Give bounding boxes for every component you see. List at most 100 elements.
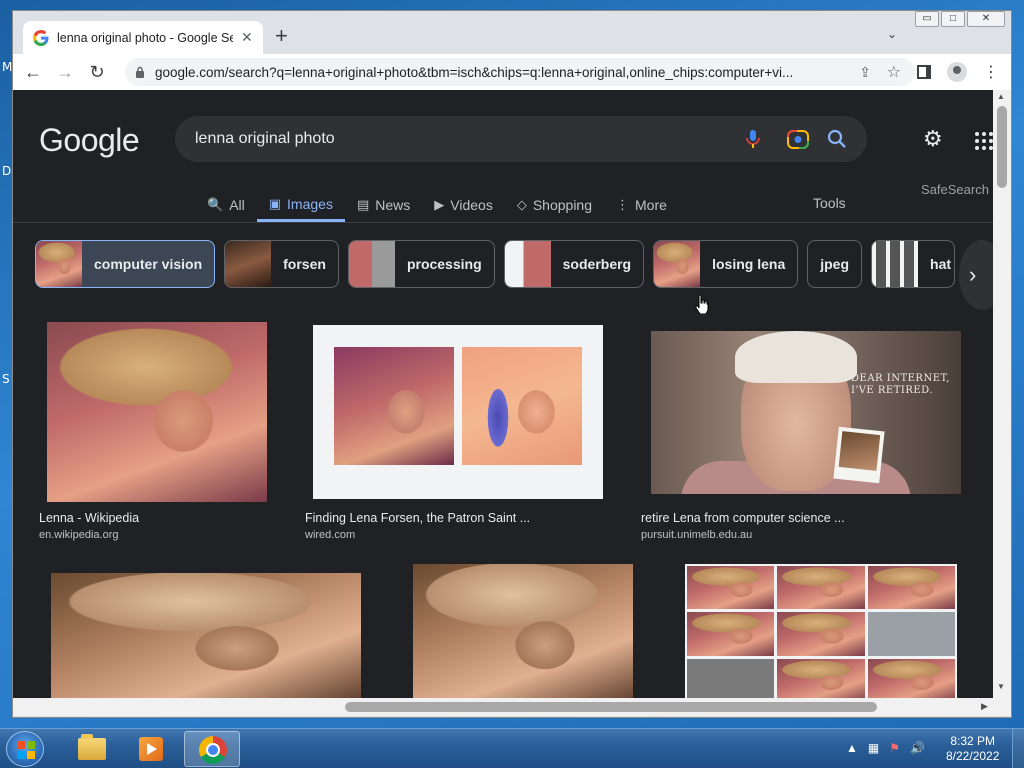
horizontal-scrollbar[interactable]: ▶ (13, 698, 1011, 716)
settings-gear-icon[interactable]: ⚙ (923, 128, 945, 150)
profile-avatar-icon[interactable] (947, 62, 967, 82)
media-player-icon (139, 737, 163, 761)
lock-icon[interactable] (135, 66, 145, 78)
microphone-icon[interactable] (745, 129, 761, 149)
tab-news[interactable]: ▤ News (345, 188, 422, 222)
result-image[interactable]: DEAR INTERNET, I'VE RETIRED. (651, 331, 961, 494)
search-icon[interactable] (827, 129, 847, 149)
new-tab-button[interactable]: + (275, 25, 288, 47)
share-icon[interactable]: ⇪ (859, 64, 871, 81)
taskbar-file-explorer[interactable] (62, 731, 118, 767)
vertical-scroll-thumb[interactable] (997, 106, 1007, 188)
network-icon[interactable]: ▦ (868, 741, 879, 755)
result-source[interactable]: en.wikipedia.org (39, 529, 119, 541)
chip-label: processing (406, 256, 482, 272)
tools-button[interactable]: Tools (813, 195, 846, 211)
action-center-flag-icon[interactable]: ⚑ (889, 741, 900, 755)
photo-caption-text: DEAR INTERNET, I'VE RETIRED. (851, 373, 950, 396)
close-tab-icon[interactable]: ✕ (241, 29, 253, 46)
maximize-button[interactable]: □ (941, 11, 965, 27)
forward-button[interactable]: → (53, 62, 77, 83)
clock-date: 8/22/2022 (946, 749, 1000, 763)
result-source[interactable]: wired.com (305, 529, 355, 541)
system-tray: ▲ ▦ ⚑ 🔊 (846, 741, 925, 755)
volume-icon[interactable]: 🔊 (910, 741, 925, 755)
bookmark-star-icon[interactable]: ☆ (887, 62, 901, 82)
tab-title: lenna original photo - Google Se... (57, 30, 233, 45)
horizontal-scroll-thumb[interactable] (345, 702, 877, 712)
result-title[interactable]: retire Lena from computer science ... (641, 511, 845, 525)
scroll-up-arrow-icon[interactable]: ▲ (997, 92, 1005, 101)
minimize-button[interactable]: ▭ (915, 11, 939, 27)
tab-label: More (635, 197, 667, 213)
result-image[interactable] (685, 564, 957, 700)
address-bar[interactable]: google.com/search?q=lenna+original+photo… (125, 58, 915, 86)
tab-search-chevron-icon[interactable]: ⌄ (887, 27, 897, 41)
chip-thumbnail (504, 241, 551, 287)
vertical-scrollbar[interactable]: ▲ ▼ (993, 90, 1011, 698)
reload-button[interactable]: ↻ (85, 62, 109, 83)
scroll-down-arrow-icon[interactable]: ▼ (997, 682, 1005, 691)
lens-camera-icon[interactable] (787, 129, 809, 149)
tab-all[interactable]: 🔍 All (195, 188, 257, 222)
shopping-tag-icon: ◇ (516, 197, 527, 212)
chip-label: soderberg (562, 256, 632, 272)
result-title[interactable]: Lenna - Wikipedia (39, 511, 139, 525)
tab-shopping[interactable]: ◇ Shopping (505, 188, 604, 222)
taskbar-media-player[interactable] (122, 731, 178, 767)
desktop-icon-label[interactable]: M (2, 60, 12, 74)
result-image[interactable] (51, 573, 361, 700)
chip-label: losing lena (712, 256, 786, 272)
taskbar-chrome[interactable] (184, 731, 240, 767)
back-button[interactable]: ← (21, 62, 45, 83)
tab-strip: lenna original photo - Google Se... ✕ + … (13, 11, 1011, 54)
search-icon: 🔍 (207, 197, 224, 212)
google-logo[interactable]: Google (39, 122, 140, 159)
videos-icon: ▶ (434, 197, 445, 212)
tab-label: Shopping (532, 197, 593, 213)
chip-forsen[interactable]: forsen (224, 240, 339, 288)
side-panel-icon[interactable] (917, 65, 931, 79)
taskbar-clock[interactable]: 8:32 PM 8/22/2022 (946, 734, 999, 764)
show-desktop-button[interactable] (1012, 729, 1024, 768)
show-hidden-icons-arrow-icon[interactable]: ▲ (846, 741, 858, 755)
desktop-icon-label[interactable]: S (2, 372, 10, 386)
chip-thumbnail (225, 241, 272, 287)
chip-losing-lena[interactable]: losing lena (653, 240, 799, 288)
chip-soderberg[interactable]: soderberg (503, 240, 645, 288)
result-source[interactable]: pursuit.unimelb.edu.au (641, 529, 752, 541)
window-controls: ▭ □ ✕ (915, 11, 1005, 27)
chip-computer-vision[interactable]: computer vision (35, 240, 216, 288)
scroll-right-arrow-icon[interactable]: ▶ (981, 701, 988, 712)
result-image[interactable] (313, 325, 603, 499)
desktop-icon-label[interactable]: D (2, 164, 11, 178)
start-button[interactable] (6, 731, 44, 767)
result-title[interactable]: Finding Lena Forsen, the Patron Saint ..… (305, 511, 530, 525)
refinement-chips: computer vision forsen processing soderb… (35, 240, 956, 288)
tab-videos[interactable]: ▶ Videos (422, 188, 505, 222)
tab-more[interactable]: ⋮ More (604, 188, 679, 222)
browser-menu-icon[interactable]: ⋮ (983, 62, 999, 82)
result-image[interactable] (47, 322, 267, 502)
chips-next-arrow-icon[interactable]: › (959, 240, 993, 310)
search-box[interactable]: lenna original photo (175, 116, 867, 162)
windows-logo-icon (17, 741, 35, 759)
tab-label: Videos (450, 197, 493, 213)
browser-tab-active[interactable]: lenna original photo - Google Se... ✕ (23, 21, 263, 54)
google-images-page: Google lenna original photo ⚙ 🔍 All ▣ Im… (13, 90, 993, 700)
tab-label: News (375, 197, 411, 213)
safesearch-button[interactable]: SafeSearch (921, 182, 989, 197)
tab-images[interactable]: ▣ Images (256, 188, 345, 222)
chip-jpeg[interactable]: jpeg (807, 240, 863, 288)
close-window-button[interactable]: ✕ (967, 11, 1005, 27)
google-apps-grid-icon[interactable] (975, 132, 993, 150)
chip-label: computer vision (94, 256, 203, 272)
url-text[interactable]: google.com/search?q=lenna+original+photo… (155, 65, 835, 80)
result-image[interactable] (413, 564, 633, 700)
chip-hat[interactable]: hat (871, 240, 956, 288)
google-favicon-icon (33, 29, 49, 46)
chip-processing[interactable]: processing (347, 240, 495, 288)
clock-time: 8:32 PM (950, 734, 996, 748)
search-input[interactable]: lenna original photo (195, 130, 335, 148)
images-icon: ▣ (268, 195, 282, 211)
